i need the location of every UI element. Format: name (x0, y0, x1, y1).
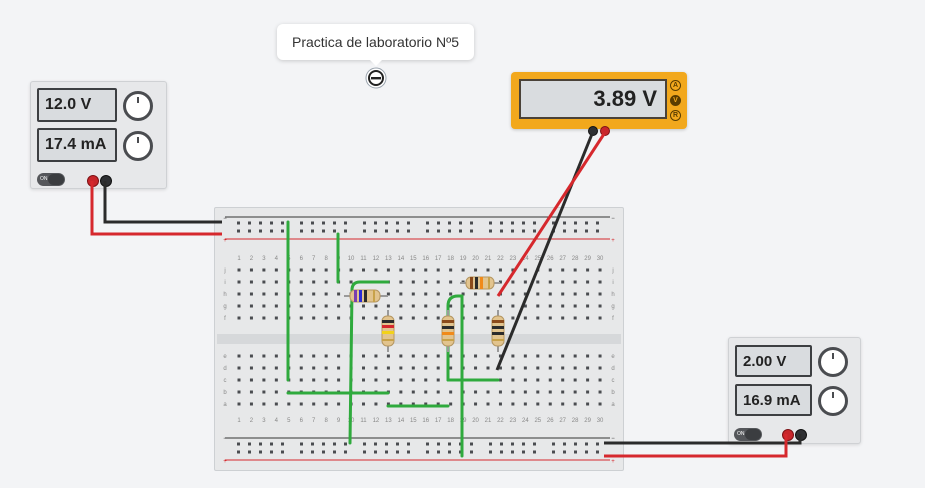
wire-red-supply-right[interactable] (604, 434, 788, 458)
resistor-vertical-1[interactable] (381, 310, 395, 352)
jumper-wire[interactable] (348, 280, 390, 445)
probe-black[interactable] (495, 133, 594, 371)
probe-red[interactable] (496, 133, 606, 297)
wire-red-supply-left[interactable] (90, 181, 222, 236)
resistor-horizontal-2[interactable] (460, 276, 500, 290)
resistor-vertical-2[interactable] (441, 310, 455, 352)
wire-black-supply-right[interactable] (604, 434, 802, 445)
resistor-horizontal-1[interactable] (344, 289, 388, 303)
resistor-vertical-3[interactable] (491, 310, 505, 352)
circuit-overlay (90, 133, 802, 458)
wire-black-supply-left[interactable] (103, 181, 222, 224)
